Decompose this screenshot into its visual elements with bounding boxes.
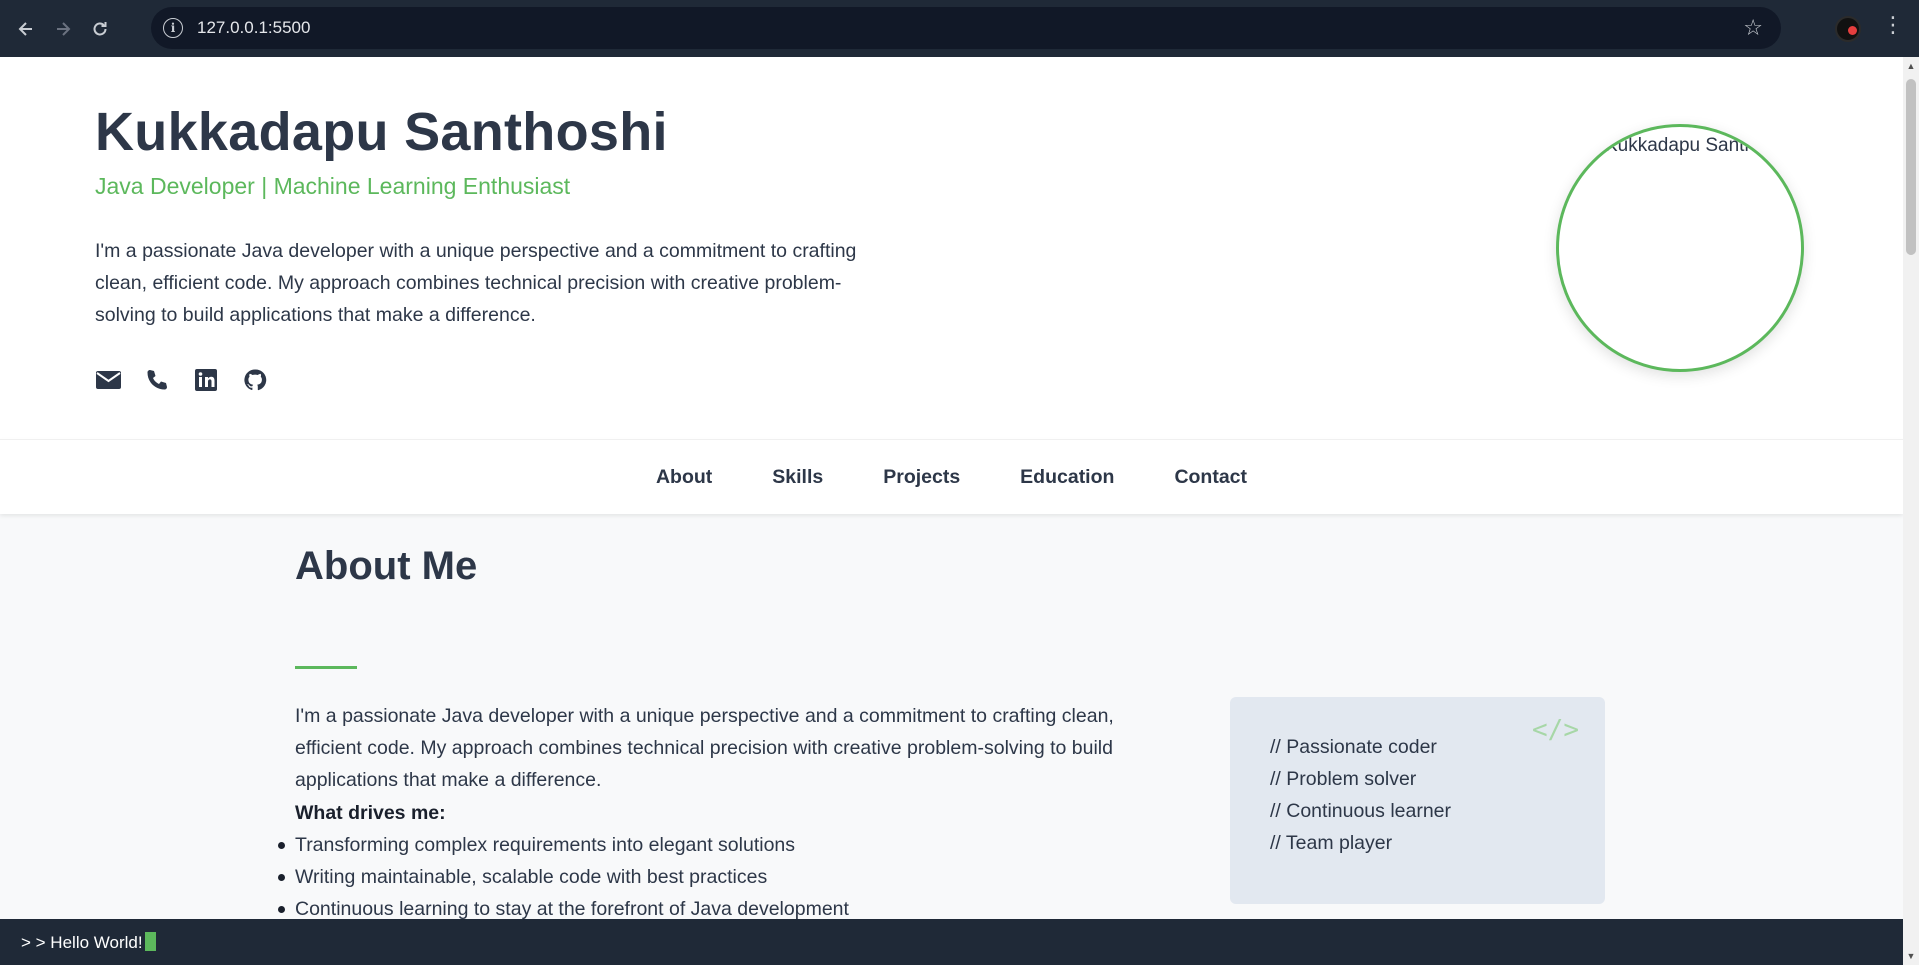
trait-item: // Continuous learner xyxy=(1270,800,1452,822)
terminal-message: > Hello World! xyxy=(35,932,143,952)
scrollbar-thumb[interactable] xyxy=(1906,79,1916,255)
menu-dots-icon[interactable]: ⋮ xyxy=(1882,14,1904,36)
list-item: Writing maintainable, scalable code with… xyxy=(278,861,849,893)
nav-contact[interactable]: Contact xyxy=(1144,466,1277,489)
trait-item: // Team player xyxy=(1270,832,1393,854)
title-underline xyxy=(295,666,357,669)
envelope-icon[interactable] xyxy=(95,367,121,393)
nav-education[interactable]: Education xyxy=(990,466,1144,489)
back-icon[interactable] xyxy=(8,11,44,47)
page-viewport: Kukkadapu Santhoshi Java Developer | Mac… xyxy=(0,57,1903,919)
drives-label: What drives me: xyxy=(295,802,446,824)
browser-toolbar: i 127.0.0.1:5500 ☆ ⋮ xyxy=(0,0,1919,57)
github-icon[interactable] xyxy=(242,367,268,393)
nav-about[interactable]: About xyxy=(626,466,742,489)
list-item: Transforming complex requirements into e… xyxy=(278,829,849,861)
profile-photo: Kukkadapu Santhoshi xyxy=(1556,124,1804,372)
address-bar[interactable]: i 127.0.0.1:5500 ☆ xyxy=(151,7,1781,49)
trait-item: // Problem solver xyxy=(1270,768,1417,790)
linkedin-icon[interactable] xyxy=(193,367,219,393)
star-icon[interactable]: ☆ xyxy=(1743,15,1763,41)
profile-photo-alt: Kukkadapu Santhoshi xyxy=(1605,135,1790,156)
code-icon: </> xyxy=(1532,715,1579,745)
info-icon[interactable]: i xyxy=(163,18,183,38)
terminal-bar: > > Hello World! xyxy=(0,919,1903,965)
social-links xyxy=(95,367,268,393)
scroll-up-icon[interactable]: ▲ xyxy=(1903,61,1919,75)
hero-section: Kukkadapu Santhoshi Java Developer | Mac… xyxy=(0,57,1903,439)
tagline: Java Developer | Machine Learning Enthus… xyxy=(95,173,571,199)
profile-avatar[interactable] xyxy=(1835,16,1861,42)
phone-icon[interactable] xyxy=(144,367,170,393)
scroll-down-icon[interactable]: ▼ xyxy=(1903,951,1919,965)
about-paragraph: I'm a passionate Java developer with a u… xyxy=(295,705,1114,791)
traits-card: </> // Passionate coder // Problem solve… xyxy=(1230,697,1605,904)
intro-text: I'm a passionate Java developer with a u… xyxy=(95,240,857,326)
trait-item: // Passionate coder xyxy=(1270,736,1437,758)
forward-icon[interactable] xyxy=(45,11,81,47)
url-text[interactable]: 127.0.0.1:5500 xyxy=(197,18,310,38)
terminal-text: > > Hello World! xyxy=(21,931,156,953)
about-title: About Me xyxy=(295,544,478,588)
terminal-cursor xyxy=(144,931,156,951)
traits-list: // Passionate coder // Problem solver //… xyxy=(1270,731,1451,859)
drives-list: Transforming complex requirements into e… xyxy=(278,829,849,925)
nav-skills[interactable]: Skills xyxy=(742,466,853,489)
scrollbar[interactable]: ▲ ▼ xyxy=(1903,57,1919,965)
terminal-prompt: > xyxy=(21,932,36,952)
nav-projects[interactable]: Projects xyxy=(853,466,990,489)
reload-icon[interactable] xyxy=(82,11,118,47)
page-title: Kukkadapu Santhoshi xyxy=(95,102,668,162)
main-nav: About Skills Projects Education Contact xyxy=(0,439,1903,514)
